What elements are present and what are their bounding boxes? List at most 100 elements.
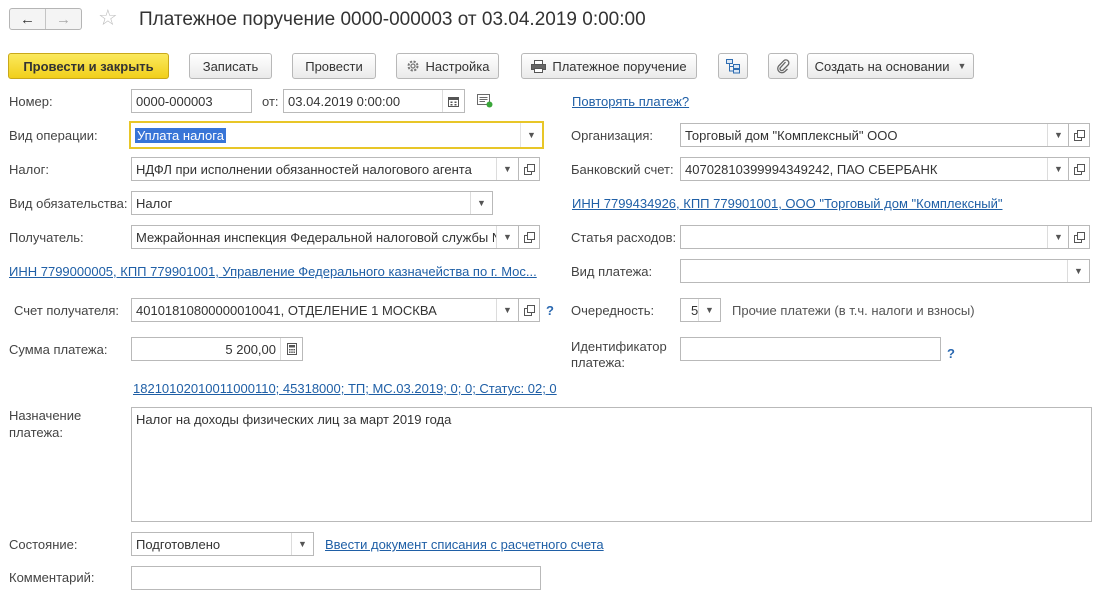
chevron-down-icon[interactable]: ▼ [496, 299, 518, 321]
save-button[interactable]: Записать [189, 53, 272, 79]
comment-label: Комментарий: [9, 570, 95, 585]
calculator-icon[interactable] [280, 338, 302, 360]
payment-order-label: Платежное поручение [552, 58, 687, 74]
state-value: Подготовлено [136, 536, 221, 552]
chevron-down-icon[interactable]: ▼ [291, 533, 313, 555]
number-label: Номер: [9, 94, 53, 109]
open-form-icon [523, 231, 535, 243]
comment-field[interactable] [131, 566, 541, 590]
recipient-select[interactable]: Межрайонная инспекция Федеральной налого… [131, 225, 519, 249]
payment-id-label-line2: платежа: [571, 355, 625, 370]
tax-select[interactable]: НДФЛ при исполнении обязанностей налогов… [131, 157, 519, 181]
chevron-down-icon[interactable]: ▼ [1067, 260, 1089, 282]
settings-button[interactable]: Настройка [396, 53, 499, 79]
post-button[interactable]: Провести [292, 53, 376, 79]
chevron-down-icon[interactable]: ▼ [496, 226, 518, 248]
arrow-left-icon: ← [20, 10, 35, 28]
recipient-value: Межрайонная инспекция Федеральной налого… [136, 229, 496, 245]
payment-kind-select[interactable]: ▼ [680, 259, 1090, 283]
back-button[interactable]: ← [10, 9, 46, 29]
obligation-type-select[interactable]: Налог ▼ [131, 191, 493, 215]
organization-inn-link[interactable]: ИНН 7799434926, КПП 779901001, ООО "Торг… [572, 196, 1003, 211]
date-value: 03.04.2019 0:00:00 [288, 93, 401, 109]
organization-select[interactable]: Торговый дом "Комплексный" ООО ▼ [680, 123, 1070, 147]
open-recipient-account-button[interactable] [518, 298, 540, 322]
attach-file-button[interactable] [768, 53, 798, 79]
operation-type-selected-text: Уплата налога [135, 127, 226, 143]
state-label: Состояние: [9, 537, 78, 552]
history-list-icon[interactable] [477, 94, 493, 111]
tax-value: НДФЛ при исполнении обязанностей налогов… [136, 161, 472, 177]
enter-writeoff-link[interactable]: Ввести документ списания с расчетного сч… [325, 537, 604, 552]
recipient-account-help-icon[interactable]: ? [546, 303, 554, 318]
recipient-inn-link[interactable]: ИНН 7799000005, КПП 779901001, Управлени… [9, 264, 537, 279]
operation-type-label: Вид операции: [9, 128, 98, 143]
payment-id-help-icon[interactable]: ? [947, 346, 955, 361]
purpose-textarea[interactable]: Налог на доходы физических лиц за март 2… [131, 407, 1092, 522]
amount-value: 5 200,00 [225, 341, 276, 357]
open-bank-account-button[interactable] [1068, 157, 1090, 181]
paperclip-icon [776, 58, 790, 74]
post-and-close-button[interactable]: Провести и закрыть [8, 53, 169, 79]
budget-details-link[interactable]: 18210102010011000110; 45318000; ТП; МС.0… [133, 381, 557, 396]
purpose-label-line2: платежа: [9, 425, 63, 440]
expense-item-label: Статья расходов: [571, 230, 677, 245]
chevron-down-icon[interactable]: ▼ [520, 123, 542, 147]
calendar-icon[interactable] [442, 90, 464, 112]
page-title: Платежное поручение 0000-000003 от 03.04… [139, 9, 646, 30]
chevron-down-icon[interactable]: ▼ [698, 299, 720, 321]
operation-type-select[interactable]: Уплата налога ▼ [129, 121, 544, 149]
gear-icon [406, 59, 420, 73]
chevron-down-icon: ▼ [957, 61, 967, 71]
open-form-icon [523, 304, 535, 316]
organization-value: Торговый дом "Комплексный" ООО [685, 127, 898, 143]
number-field[interactable]: 0000-000003 [131, 89, 252, 113]
printer-icon [531, 59, 547, 73]
chevron-down-icon[interactable]: ▼ [496, 158, 518, 180]
bank-account-label: Банковский счет: [571, 162, 674, 177]
amount-field[interactable]: 5 200,00 [131, 337, 303, 361]
open-form-icon [1073, 231, 1085, 243]
state-select[interactable]: Подготовлено ▼ [131, 532, 314, 556]
bank-account-value: 40702810399994349242, ПАО СБЕРБАНК [685, 161, 938, 177]
recipient-account-label: Счет получателя: [14, 303, 120, 318]
tax-label: Налог: [9, 162, 49, 177]
recipient-account-select[interactable]: 40101810800000010041, ОТДЕЛЕНИЕ 1 МОСКВА… [131, 298, 519, 322]
priority-description: Прочие платежи (в т.ч. налоги и взносы) [732, 303, 975, 318]
chevron-down-icon[interactable]: ▼ [1047, 226, 1069, 248]
open-organization-button[interactable] [1068, 123, 1090, 147]
purpose-label-line1: Назначение [9, 408, 82, 423]
priority-label: Очередность: [571, 303, 655, 318]
priority-select[interactable]: 5 ▼ [680, 298, 721, 322]
structure-button[interactable] [718, 53, 748, 79]
obligation-type-value: Налог [136, 195, 173, 211]
document-structure-icon [725, 58, 741, 74]
create-based-on-label: Создать на основании [814, 58, 950, 74]
chevron-down-icon[interactable]: ▼ [1047, 158, 1069, 180]
expense-item-select[interactable]: ▼ [680, 225, 1070, 249]
open-form-icon [523, 163, 535, 175]
open-form-icon [1073, 129, 1085, 141]
chevron-down-icon[interactable]: ▼ [1047, 124, 1069, 146]
payment-id-label-line1: Идентификатор [571, 339, 667, 354]
bank-account-select[interactable]: 40702810399994349242, ПАО СБЕРБАНК ▼ [680, 157, 1070, 181]
create-based-on-button[interactable]: Создать на основании ▼ [807, 53, 974, 79]
open-recipient-button[interactable] [518, 225, 540, 249]
navigation-buttons: ← → [9, 8, 82, 30]
payment-id-field[interactable] [680, 337, 941, 361]
obligation-type-label: Вид обязательства: [9, 196, 128, 211]
favorite-star-icon[interactable]: ☆ [98, 7, 118, 29]
date-field[interactable]: 03.04.2019 0:00:00 [283, 89, 465, 113]
open-tax-button[interactable] [518, 157, 540, 181]
arrow-right-icon: → [56, 10, 71, 28]
date-label: от: [262, 94, 279, 109]
forward-button[interactable]: → [46, 9, 81, 29]
chevron-down-icon[interactable]: ▼ [470, 192, 492, 214]
open-expense-item-button[interactable] [1068, 225, 1090, 249]
payment-kind-label: Вид платежа: [571, 264, 653, 279]
operation-type-value: Уплата налога [131, 127, 520, 143]
payment-order-print-button[interactable]: Платежное поручение [521, 53, 697, 79]
organization-label: Организация: [571, 128, 654, 143]
repeat-payment-link[interactable]: Повторять платеж? [572, 94, 689, 109]
recipient-label: Получатель: [9, 230, 84, 245]
